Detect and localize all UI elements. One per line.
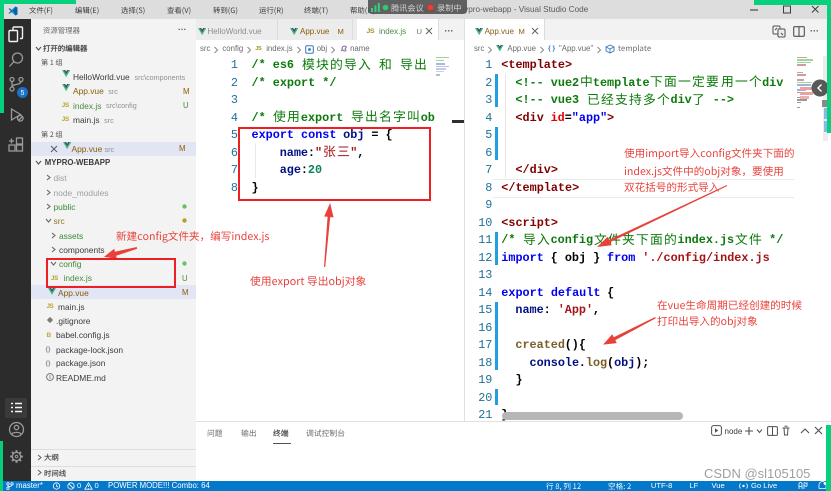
svg-text:5: 5 <box>21 90 25 97</box>
